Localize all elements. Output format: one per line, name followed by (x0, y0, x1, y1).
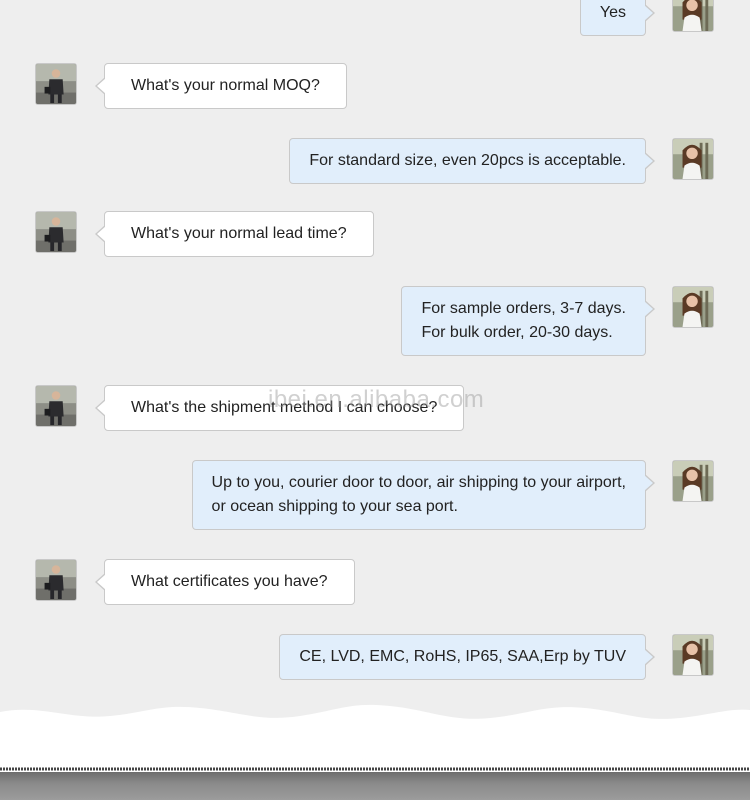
message-text: What's your normal MOQ? (131, 77, 320, 94)
man-avatar[interactable] (35, 63, 77, 105)
message-text: Yes (599, 4, 626, 21)
woman-avatar[interactable] (672, 634, 714, 676)
seller-message-bubble: For standard size, even 20pcs is accepta… (289, 138, 655, 184)
seller-message-bubble: Yes (579, 0, 656, 36)
message-text: What's your normal lead time? (131, 225, 347, 242)
message-text: For sample orders, 3-7 days. (421, 300, 626, 317)
chat-thread: Yes What's your normal MOQ? For standard… (0, 0, 750, 720)
seller-message-bubble: Up to you, courier door to door, air shi… (191, 460, 656, 530)
man-avatar[interactable] (35, 559, 77, 601)
buyer-message-bubble: What's your normal MOQ? (95, 63, 347, 109)
woman-avatar[interactable] (672, 460, 714, 502)
message-text: What's the shipment method I can choose? (131, 399, 438, 416)
buyer-message-bubble: What's your normal lead time? (95, 211, 374, 257)
woman-avatar[interactable] (672, 286, 714, 328)
message-text: Up to you, courier door to door, air shi… (211, 474, 626, 491)
footer-band (0, 772, 750, 800)
buyer-message-bubble: What's the shipment method I can choose? (94, 385, 465, 431)
message-text: CE, LVD, EMC, RoHS, IP65, SAA,Erp by TUV (299, 648, 626, 665)
message-text: For bulk order, 20-30 days. (421, 324, 613, 341)
wave-divider (0, 704, 750, 770)
man-avatar[interactable] (35, 211, 77, 253)
message-text: What certificates you have? (131, 573, 328, 590)
message-text: For standard size, even 20pcs is accepta… (309, 152, 626, 169)
buyer-message-bubble: What certificates you have? (95, 559, 355, 605)
seller-message-bubble: CE, LVD, EMC, RoHS, IP65, SAA,Erp by TUV (279, 634, 655, 680)
seller-message-bubble: For sample orders, 3-7 days. For bulk or… (401, 286, 655, 356)
woman-avatar[interactable] (672, 138, 714, 180)
man-avatar[interactable] (35, 385, 77, 427)
woman-avatar[interactable] (672, 0, 714, 32)
message-text: or ocean shipping to your sea port. (211, 498, 458, 515)
